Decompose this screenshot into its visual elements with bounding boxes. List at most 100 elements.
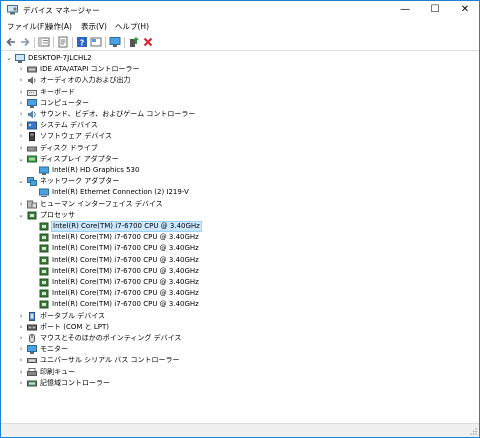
tree-category[interactable]: › コンピューター <box>1 98 479 109</box>
update-driver-icon[interactable] <box>128 36 140 48</box>
device-label: Intel(R) Core(TM) i7-6700 CPU @ 3.40GHz <box>52 244 199 253</box>
menu-bar: ファイル(F) 操作(A) 表示(V) ヘルプ(H) <box>1 19 479 34</box>
tree-category[interactable]: › 印刷キュー <box>1 367 479 378</box>
tree-category[interactable]: › 記憶域コントローラー <box>1 378 479 389</box>
expand-chevron-icon[interactable]: › <box>17 368 25 377</box>
software-device-icon <box>27 132 37 142</box>
tree-device[interactable]: Intel(R) Core(TM) i7-6700 CPU @ 3.40GHz <box>1 277 479 288</box>
cpu-icon <box>39 278 49 287</box>
expand-chevron-icon[interactable]: › <box>17 356 25 365</box>
sound-icon <box>27 110 37 119</box>
cpu-icon <box>39 222 49 231</box>
display-adapter-icon <box>27 155 37 164</box>
monitor-icon <box>27 345 37 355</box>
collapse-chevron-icon[interactable]: ⌄ <box>17 211 25 220</box>
tree-device[interactable]: Intel(R) Core(TM) i7-6700 CPU @ 3.40GHz <box>1 243 479 254</box>
menu-view[interactable]: 表示(V) <box>81 21 107 32</box>
close-button[interactable]: ✕ <box>451 1 479 19</box>
tree-category[interactable]: › キーボード <box>1 87 479 98</box>
hid-icon <box>27 200 37 209</box>
help-icon[interactable]: ? <box>76 36 88 48</box>
disk-drive-icon <box>27 144 37 153</box>
collapse-chevron-icon[interactable]: ⌄ <box>5 54 13 63</box>
toolbar-separator <box>53 37 54 48</box>
tree-category[interactable]: › オーディオの入力および出力 <box>1 75 479 86</box>
tree-device[interactable]: Intel(R) Ethernet Connection (2) I219-V <box>1 187 479 198</box>
menu-help[interactable]: ヘルプ(H) <box>115 21 149 32</box>
expand-chevron-icon[interactable]: › <box>17 379 25 388</box>
tree-category[interactable]: › マウスとそのほかのポインティング デバイス <box>1 333 479 344</box>
cpu-icon <box>39 267 49 276</box>
menu-action[interactable]: 操作(A) <box>46 21 72 32</box>
maximize-button[interactable]: ☐ <box>421 1 449 19</box>
tree-root-computer[interactable]: ⌄ DESKTOP-7JLCHL2 <box>1 53 479 64</box>
show-hide-icon[interactable] <box>38 36 50 48</box>
toolbar-separator <box>72 37 73 48</box>
device-label: Intel(R) Core(TM) i7-6700 CPU @ 3.40GHz <box>52 233 199 242</box>
collapse-chevron-icon[interactable]: ⌄ <box>17 155 25 164</box>
tree-category[interactable]: › ポータブル デバイス <box>1 311 479 322</box>
collapse-chevron-icon[interactable]: ⌄ <box>17 177 25 186</box>
tree-category[interactable]: › サウンド、ビデオ、およびゲーム コントローラー <box>1 109 479 120</box>
device-label: Intel(R) HD Graphics 530 <box>52 166 140 174</box>
print-queue-icon <box>27 367 37 377</box>
expand-chevron-icon[interactable]: › <box>17 323 25 332</box>
audio-icon <box>27 76 37 85</box>
properties-icon[interactable] <box>57 36 69 48</box>
tree-category[interactable]: ⌄ ディスプレイ アダプター <box>1 154 479 165</box>
expand-chevron-icon[interactable]: › <box>17 132 25 141</box>
tree-device[interactable]: Intel(R) HD Graphics 530 <box>1 165 479 176</box>
menu-file[interactable]: ファイル(F) <box>7 21 47 32</box>
computer-root-icon <box>15 54 25 63</box>
view-icon[interactable] <box>90 36 102 48</box>
status-bar <box>1 423 479 437</box>
expand-chevron-icon[interactable]: › <box>17 121 25 130</box>
expand-chevron-icon[interactable]: › <box>17 144 25 153</box>
expand-chevron-icon[interactable]: › <box>17 345 25 354</box>
tree-category[interactable]: › ソフトウェア デバイス <box>1 131 479 142</box>
category-label: ヒューマン インターフェイス デバイス <box>40 199 163 208</box>
tree-category[interactable]: › ディスク ドライブ <box>1 143 479 154</box>
tree-category[interactable]: › システム デバイス <box>1 120 479 131</box>
expand-chevron-icon[interactable]: › <box>17 200 25 209</box>
expand-chevron-icon[interactable]: › <box>17 334 25 343</box>
tree-category[interactable]: › モニター <box>1 344 479 355</box>
tree-device[interactable]: Intel(R) Core(TM) i7-6700 CPU @ 3.40GHz <box>1 221 479 232</box>
uninstall-icon[interactable] <box>142 36 154 48</box>
title-bar[interactable]: デバイス マネージャー — ☐ ✕ <box>1 1 479 19</box>
expand-chevron-icon[interactable]: › <box>17 110 25 119</box>
expand-chevron-icon[interactable]: › <box>17 312 25 321</box>
tree-category[interactable]: › ユニバーサル シリアル バス コントローラー <box>1 355 479 366</box>
tree-category[interactable]: ⌄ プロセッサ <box>1 210 479 221</box>
tree-device[interactable]: Intel(R) Core(TM) i7-6700 CPU @ 3.40GHz <box>1 255 479 266</box>
expand-chevron-icon[interactable]: › <box>17 88 25 97</box>
tree-device[interactable]: Intel(R) Core(TM) i7-6700 CPU @ 3.40GHz <box>1 299 479 310</box>
monitor-scan-icon[interactable] <box>109 36 121 48</box>
category-label: IDE ATA/ATAPI コントローラー <box>40 65 140 74</box>
computer-icon <box>27 98 37 108</box>
category-label: 印刷キュー <box>40 367 75 376</box>
forward-icon[interactable] <box>19 36 31 48</box>
tree-device[interactable]: Intel(R) Core(TM) i7-6700 CPU @ 3.40GHz <box>1 266 479 277</box>
nic-device-icon <box>39 188 49 198</box>
category-label: キーボード <box>40 87 75 96</box>
tree-category[interactable]: › ポート (COM と LPT) <box>1 322 479 333</box>
tree-device[interactable]: Intel(R) Core(TM) i7-6700 CPU @ 3.40GHz <box>1 232 479 243</box>
tree-category[interactable]: ⌄ ネットワーク アダプター <box>1 176 479 187</box>
resize-grip-icon[interactable] <box>469 427 477 435</box>
category-label: コンピューター <box>40 98 89 107</box>
expand-chevron-icon[interactable]: › <box>17 76 25 85</box>
expand-chevron-icon[interactable]: › <box>17 65 25 74</box>
category-label: プロセッサ <box>40 210 75 219</box>
tree-device[interactable]: Intel(R) Core(TM) i7-6700 CPU @ 3.40GHz <box>1 288 479 299</box>
cpu-icon <box>39 300 49 309</box>
tree-category[interactable]: › ヒューマン インターフェイス デバイス <box>1 199 479 210</box>
root-computer-label: DESKTOP-7JLCHL2 <box>28 54 92 62</box>
back-icon[interactable] <box>5 36 17 48</box>
expand-chevron-icon[interactable]: › <box>17 99 25 108</box>
minimize-button[interactable]: — <box>391 1 419 19</box>
category-label: サウンド、ビデオ、およびゲーム コントローラー <box>40 110 196 118</box>
tree-category[interactable]: › IDE ATA/ATAPI コントローラー <box>1 64 479 75</box>
gpu-device-icon <box>39 166 49 175</box>
svg-text:?: ? <box>80 38 85 47</box>
